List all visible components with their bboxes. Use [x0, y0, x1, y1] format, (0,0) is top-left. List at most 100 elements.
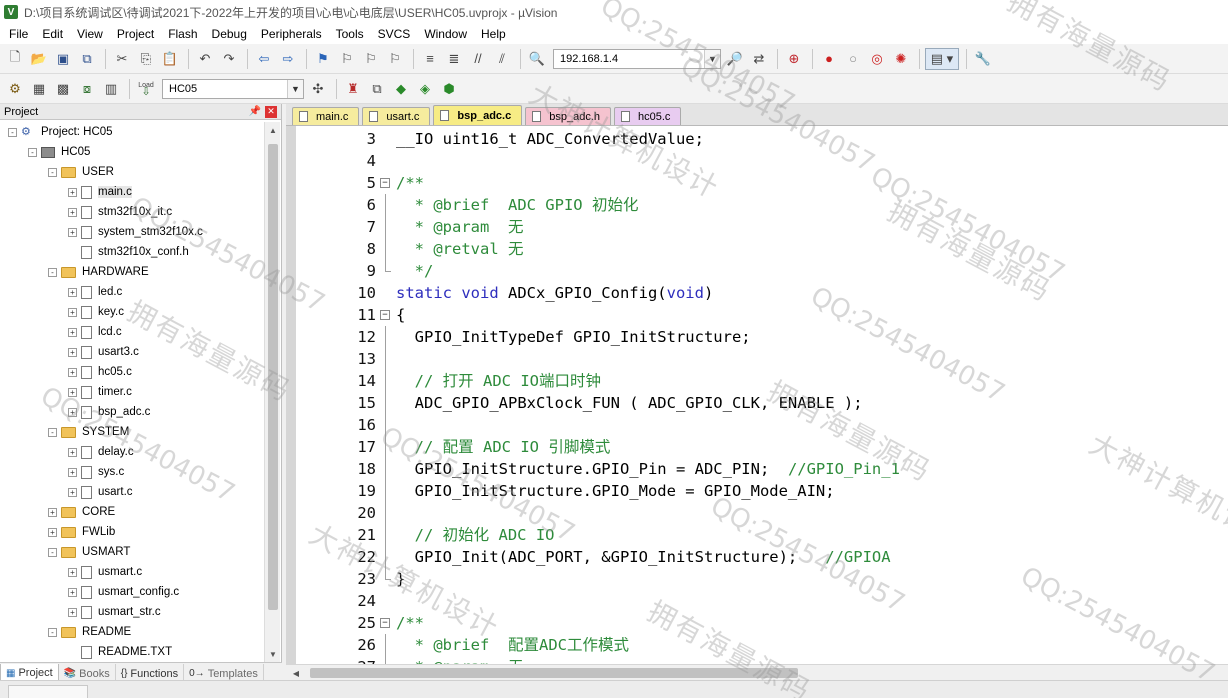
target-select[interactable]: HC05 ▼	[162, 78, 304, 99]
tree-file[interactable]: + usart3.c	[0, 342, 264, 362]
incremental-find-icon[interactable]: ⇄	[748, 48, 770, 70]
tree-project[interactable]: - ⚙ Project: HC05	[0, 122, 264, 142]
expand-icon[interactable]: +	[68, 347, 77, 357]
scroll-down-icon[interactable]: ▼	[265, 646, 281, 662]
find-in-files-icon[interactable]: 🔍	[526, 48, 548, 70]
comment-icon[interactable]: //	[467, 48, 489, 70]
scroll-left-icon[interactable]: ◀	[288, 665, 304, 681]
tree-file[interactable]: README.TXT	[0, 642, 264, 662]
expand-icon[interactable]: +	[68, 187, 77, 197]
tree-file[interactable]: + stm32f10x_it.c	[0, 202, 264, 222]
tab-main-c[interactable]: main.c	[292, 107, 360, 125]
menu-file[interactable]: File	[2, 24, 35, 44]
expand-icon[interactable]: +	[68, 327, 77, 337]
breakpoint-icon[interactable]: ●	[818, 48, 840, 70]
menu-help[interactable]: Help	[474, 24, 513, 44]
find-combo[interactable]: 192.168.1.4 ▼	[553, 48, 721, 69]
rebuild-icon[interactable]: ▩	[52, 78, 74, 100]
fold-collapse-icon[interactable]: −	[380, 178, 390, 188]
tab-usart-c[interactable]: usart.c	[362, 107, 431, 125]
tree-folder[interactable]: - USER	[0, 162, 264, 182]
window-layout-icon[interactable]: ▤ ▾	[925, 47, 959, 70]
breakpoint-kill-icon[interactable]: ✺	[890, 48, 912, 70]
chevron-down-icon[interactable]: ▼	[704, 49, 720, 68]
tree-folder[interactable]: - SYSTEM	[0, 422, 264, 442]
configure-icon[interactable]: 🔧	[972, 48, 994, 70]
tree-folder[interactable]: - USMART	[0, 542, 264, 562]
translate-icon[interactable]: ⚙	[4, 78, 26, 100]
fold-collapse-icon[interactable]: −	[380, 618, 390, 628]
build-icon[interactable]: ▦	[28, 78, 50, 100]
new-file-icon[interactable]: 🗋	[4, 48, 26, 70]
tree-scrollbar[interactable]: ▲ ▼	[264, 122, 280, 662]
tree-file[interactable]: stm32f10x_conf.h	[0, 242, 264, 262]
outdent-icon[interactable]: ≣	[443, 48, 465, 70]
bookmark-next-icon[interactable]: ⚐	[360, 48, 382, 70]
expand-icon[interactable]: +	[48, 527, 57, 537]
manage-packs-icon[interactable]: ◆	[390, 78, 412, 100]
expand-icon[interactable]: +	[48, 507, 57, 517]
tree-file[interactable]: + main.c	[0, 182, 264, 202]
undo-icon[interactable]: ↶	[194, 48, 216, 70]
expand-icon[interactable]: +	[68, 227, 77, 237]
scrollbar-thumb[interactable]	[268, 144, 278, 610]
menu-view[interactable]: View	[70, 24, 110, 44]
collapse-icon[interactable]: -	[28, 147, 37, 157]
tree-file[interactable]: + usmart_str.c	[0, 602, 264, 622]
cut-icon[interactable]: ✂	[111, 48, 133, 70]
collapse-icon[interactable]: -	[48, 267, 57, 277]
menu-window[interactable]: Window	[417, 24, 474, 44]
expand-icon[interactable]: +	[68, 207, 77, 217]
expand-icon[interactable]: +	[68, 567, 77, 577]
tree-file[interactable]: + system_stm32f10x.c	[0, 222, 264, 242]
expand-icon[interactable]: +	[68, 287, 77, 297]
menu-debug[interactable]: Debug	[205, 24, 254, 44]
forward-icon[interactable]: ⇨	[277, 48, 299, 70]
breakpoint-clear-icon[interactable]: ◎	[866, 48, 888, 70]
expand-icon[interactable]: +	[68, 587, 77, 597]
collapse-icon[interactable]: -	[48, 427, 57, 437]
tree-file[interactable]: + bsp_adc.c	[0, 402, 264, 422]
back-icon[interactable]: ⇦	[253, 48, 275, 70]
fold-collapse-icon[interactable]: −	[380, 310, 390, 320]
tree-file[interactable]: + usart.c	[0, 482, 264, 502]
run-time-environment-icon[interactable]: ⬢	[438, 78, 460, 100]
select-software-packs-icon[interactable]: ◈	[414, 78, 436, 100]
copy-icon[interactable]: ⎘	[135, 48, 157, 70]
indent-icon[interactable]: ≡	[419, 48, 441, 70]
expand-icon[interactable]: +	[68, 307, 77, 317]
expand-icon[interactable]: +	[68, 407, 77, 417]
batch-build-icon[interactable]: ⧇	[76, 78, 98, 100]
chevron-down-icon[interactable]: ▼	[287, 79, 303, 98]
tree-target[interactable]: - HC05	[0, 142, 264, 162]
expand-icon[interactable]: +	[68, 467, 77, 477]
expand-icon[interactable]: +	[68, 447, 77, 457]
file-extensions-icon[interactable]: ⧉	[366, 78, 388, 100]
expand-icon[interactable]: +	[68, 367, 77, 377]
save-icon[interactable]: ▣	[52, 48, 74, 70]
bookmark-clear-icon[interactable]: ⚐	[384, 48, 406, 70]
tree-file[interactable]: + usmart_config.c	[0, 582, 264, 602]
collapse-icon[interactable]: -	[8, 127, 17, 137]
manage-components-icon[interactable]: ♜	[342, 78, 364, 100]
bookmark-icon[interactable]: ⚑	[312, 48, 334, 70]
expand-icon[interactable]: +	[68, 487, 77, 497]
debug-start-icon[interactable]: ⊕	[783, 48, 805, 70]
stop-build-icon[interactable]: ▥	[100, 78, 122, 100]
tree-folder[interactable]: - HARDWARE	[0, 262, 264, 282]
expand-icon[interactable]: +	[68, 607, 77, 617]
tree-file[interactable]: + timer.c	[0, 382, 264, 402]
options-icon[interactable]: ✣	[307, 78, 329, 100]
menu-project[interactable]: Project	[110, 24, 161, 44]
tab-hc05-c[interactable]: hc05.c	[614, 107, 682, 125]
code-editor[interactable]: 3 __IO uint16_t ADC_ConvertedValue; 4 5−/**…	[286, 126, 1228, 664]
tree-folder[interactable]: + FWLib	[0, 522, 264, 542]
paste-icon[interactable]: 📋	[159, 48, 181, 70]
collapse-icon[interactable]: -	[48, 167, 57, 177]
collapse-icon[interactable]: -	[48, 547, 57, 557]
editor-hscrollbar[interactable]: ◀	[286, 664, 1228, 680]
tree-file[interactable]: + delay.c	[0, 442, 264, 462]
menu-edit[interactable]: Edit	[35, 24, 70, 44]
menu-peripherals[interactable]: Peripherals	[254, 24, 329, 44]
pin-icon[interactable]: 📌	[249, 106, 261, 117]
